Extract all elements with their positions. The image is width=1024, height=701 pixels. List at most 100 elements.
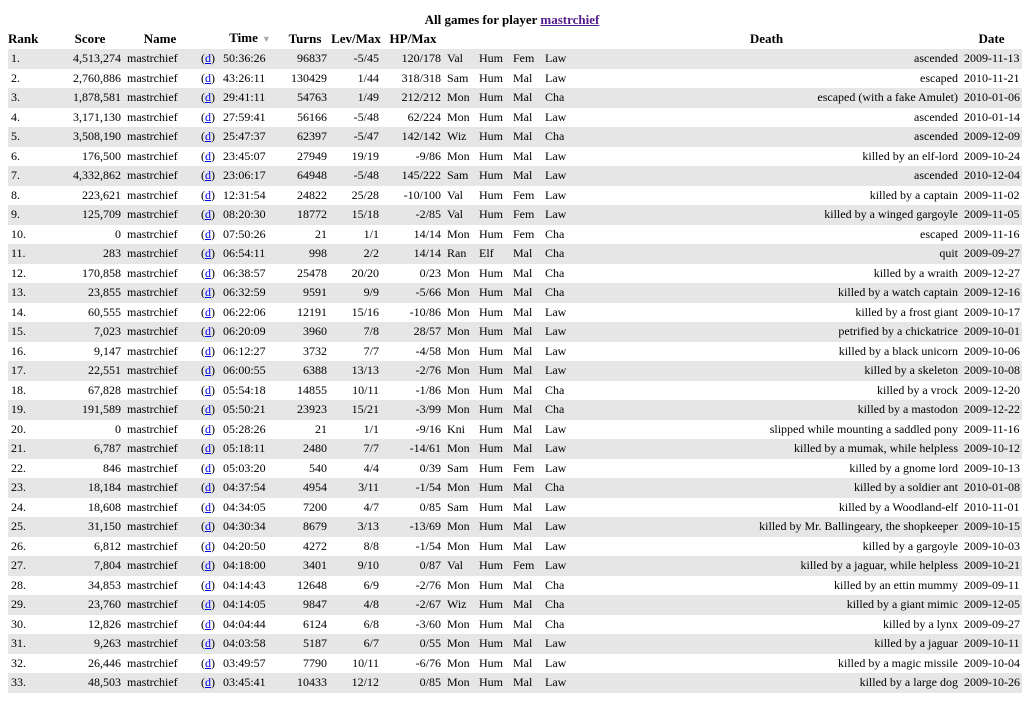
column-header-lev-max[interactable]: Lev/Max bbox=[330, 28, 382, 49]
cell-race: Hum bbox=[476, 263, 510, 283]
dump-link[interactable]: d bbox=[205, 441, 211, 455]
dump-link[interactable]: d bbox=[205, 71, 211, 85]
dump-link[interactable]: d bbox=[205, 344, 211, 358]
dump-link[interactable]: d bbox=[205, 578, 211, 592]
dump-link[interactable]: d bbox=[205, 617, 211, 631]
dump-link[interactable]: d bbox=[205, 539, 211, 553]
cell-name: mastrchief bbox=[124, 439, 196, 459]
column-header-score[interactable]: Score bbox=[56, 28, 124, 49]
column-header-date[interactable]: Date bbox=[961, 28, 1022, 49]
cell-dump: (d) bbox=[196, 302, 220, 322]
cell-role: Mon bbox=[444, 263, 476, 283]
dump-link[interactable]: d bbox=[205, 168, 211, 182]
cell-gender: Fem bbox=[510, 49, 542, 69]
dump-link[interactable]: d bbox=[205, 207, 211, 221]
cell-rank: 1. bbox=[8, 49, 56, 69]
cell-alignment: Law bbox=[542, 68, 572, 88]
cell-alignment: Law bbox=[542, 556, 572, 576]
dump-link[interactable]: d bbox=[205, 324, 211, 338]
dump-link[interactable]: d bbox=[205, 129, 211, 143]
cell-role: Mon bbox=[444, 439, 476, 459]
cell-turns: 3401 bbox=[280, 556, 330, 576]
dump-link[interactable]: d bbox=[205, 227, 211, 241]
dump-link[interactable]: d bbox=[205, 597, 211, 611]
cell-time: 06:32:59 bbox=[220, 283, 280, 303]
table-row: 18. 67,828 mastrchief (d) 05:54:18 14855 10/11… bbox=[8, 380, 1022, 400]
cell-race: Hum bbox=[476, 107, 510, 127]
table-row: 9. 125,709 mastrchief (d) 08:20:30 18772 15/18… bbox=[8, 205, 1022, 225]
cell-date: 2009-10-15 bbox=[961, 517, 1022, 537]
dump-link[interactable]: d bbox=[205, 558, 211, 572]
cell-lev-max: 3/11 bbox=[330, 478, 382, 498]
dump-link[interactable]: d bbox=[205, 90, 211, 104]
cell-rank: 24. bbox=[8, 497, 56, 517]
cell-score: 283 bbox=[56, 244, 124, 264]
table-row: 22. 846 mastrchief (d) 05:03:20 540 4/4 0/39 Sam… bbox=[8, 458, 1022, 478]
dump-link[interactable]: d bbox=[205, 519, 211, 533]
cell-rank: 13. bbox=[8, 283, 56, 303]
cell-rank: 4. bbox=[8, 107, 56, 127]
dump-link[interactable]: d bbox=[205, 636, 211, 650]
dump-link[interactable]: d bbox=[205, 656, 211, 670]
games-table: Rank Score Name Time ▼ Turns Lev/Max HP/M… bbox=[8, 28, 1022, 693]
dump-link[interactable]: d bbox=[205, 188, 211, 202]
player-link[interactable]: mastrchief bbox=[540, 12, 599, 27]
dump-link[interactable]: d bbox=[205, 246, 211, 260]
cell-race: Hum bbox=[476, 458, 510, 478]
cell-role: Mon bbox=[444, 224, 476, 244]
dump-link[interactable]: d bbox=[205, 461, 211, 475]
cell-hp-max: -5/66 bbox=[382, 283, 444, 303]
table-row: 33. 48,503 mastrchief (d) 03:45:41 10433 12/12… bbox=[8, 673, 1022, 693]
table-row: 31. 9,263 mastrchief (d) 04:03:58 5187 6/7 0/55… bbox=[8, 634, 1022, 654]
dump-link[interactable]: d bbox=[205, 480, 211, 494]
dump-link[interactable]: d bbox=[205, 266, 211, 280]
cell-time: 04:20:50 bbox=[220, 536, 280, 556]
cell-turns: 130429 bbox=[280, 68, 330, 88]
dump-link[interactable]: d bbox=[205, 149, 211, 163]
dump-link[interactable]: d bbox=[205, 500, 211, 514]
cell-turns: 21 bbox=[280, 224, 330, 244]
cell-role: Wiz bbox=[444, 595, 476, 615]
column-header-hp-max[interactable]: HP/Max bbox=[382, 28, 444, 49]
dump-link[interactable]: d bbox=[205, 675, 211, 689]
dump-link[interactable]: d bbox=[205, 383, 211, 397]
cell-alignment: Law bbox=[542, 673, 572, 693]
cell-lev-max: 1/49 bbox=[330, 88, 382, 108]
dump-link[interactable]: d bbox=[205, 305, 211, 319]
cell-date: 2009-10-06 bbox=[961, 341, 1022, 361]
dump-link[interactable]: d bbox=[205, 51, 211, 65]
dump-link[interactable]: d bbox=[205, 422, 211, 436]
cell-dump: (d) bbox=[196, 517, 220, 537]
cell-name: mastrchief bbox=[124, 322, 196, 342]
cell-role: Sam bbox=[444, 166, 476, 186]
column-header-rank[interactable]: Rank bbox=[8, 28, 56, 49]
dump-link[interactable]: d bbox=[205, 402, 211, 416]
cell-score: 12,826 bbox=[56, 614, 124, 634]
cell-hp-max: -1/54 bbox=[382, 536, 444, 556]
cell-dump: (d) bbox=[196, 439, 220, 459]
cell-lev-max: 7/7 bbox=[330, 439, 382, 459]
column-header-race bbox=[476, 28, 510, 49]
cell-score: 18,608 bbox=[56, 497, 124, 517]
cell-rank: 28. bbox=[8, 575, 56, 595]
cell-turns: 64948 bbox=[280, 166, 330, 186]
cell-time: 06:00:55 bbox=[220, 361, 280, 381]
cell-death: killed by a black unicorn bbox=[572, 341, 961, 361]
column-header-name[interactable]: Name bbox=[124, 28, 196, 49]
cell-lev-max: 15/21 bbox=[330, 400, 382, 420]
dump-link[interactable]: d bbox=[205, 285, 211, 299]
dump-link[interactable]: d bbox=[205, 363, 211, 377]
cell-hp-max: 0/23 bbox=[382, 263, 444, 283]
cell-rank: 16. bbox=[8, 341, 56, 361]
dump-link[interactable]: d bbox=[205, 110, 211, 124]
cell-death: killed by a giant mimic bbox=[572, 595, 961, 615]
cell-death: killed by a vrock bbox=[572, 380, 961, 400]
cell-race: Hum bbox=[476, 634, 510, 654]
cell-name: mastrchief bbox=[124, 478, 196, 498]
cell-date: 2009-11-13 bbox=[961, 49, 1022, 69]
column-header-time[interactable]: Time ▼ bbox=[220, 28, 280, 49]
cell-name: mastrchief bbox=[124, 302, 196, 322]
column-header-turns[interactable]: Turns bbox=[280, 28, 330, 49]
column-header-death[interactable]: Death bbox=[572, 28, 961, 49]
cell-gender: Mal bbox=[510, 400, 542, 420]
